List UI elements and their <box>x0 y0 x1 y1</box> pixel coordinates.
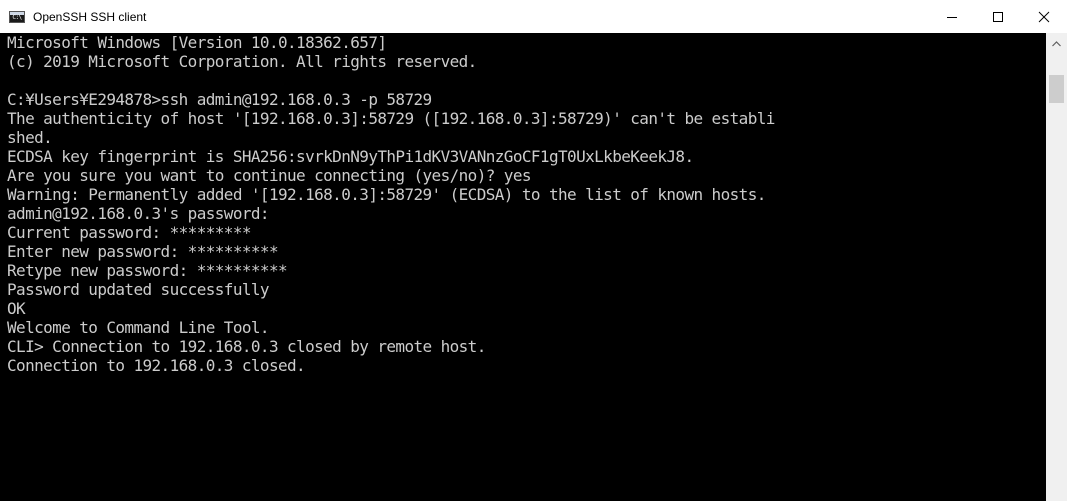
window-title: OpenSSH SSH client <box>33 9 147 24</box>
terminal-line: OK <box>7 299 26 318</box>
terminal-line: Welcome to Command Line Tool. <box>7 318 270 337</box>
scroll-up-button[interactable] <box>1046 33 1067 54</box>
terminal-line: Connection to 192.168.0.3 closed. <box>7 356 306 375</box>
scrollbar-thumb[interactable] <box>1049 75 1064 103</box>
terminal-line: Are you sure you want to continue connec… <box>7 166 532 185</box>
terminal-line: admin@192.168.0.3's password: <box>7 204 270 223</box>
window-controls <box>929 0 1067 33</box>
terminal-line: Enter new password: ********** <box>7 242 279 261</box>
terminal-line: (c) 2019 Microsoft Corporation. All righ… <box>7 52 477 71</box>
console-app-icon[interactable]: C:\ <box>9 10 25 23</box>
close-icon <box>1038 11 1050 22</box>
maximize-button[interactable] <box>975 0 1021 33</box>
maximize-icon <box>993 11 1003 22</box>
terminal-line: Microsoft Windows [Version 10.0.18362.65… <box>7 33 387 52</box>
title-bar[interactable]: C:\ OpenSSH SSH client <box>0 0 1067 33</box>
terminal-line: Warning: Permanently added '[192.168.0.3… <box>7 185 766 204</box>
terminal-line: Retype new password: ********** <box>7 261 288 280</box>
terminal-line: The authenticity of host '[192.168.0.3]:… <box>7 109 775 128</box>
terminal-line: shed. <box>7 128 53 147</box>
vertical-scrollbar[interactable] <box>1046 33 1067 501</box>
minimize-button[interactable] <box>929 0 975 33</box>
terminal-line: Current password: ********* <box>7 223 251 242</box>
app-icon-label: C:\ <box>12 13 22 21</box>
terminal-line: CLI> Connection to 192.168.0.3 closed by… <box>7 337 486 356</box>
console-window: C:\ OpenSSH SSH client Microsoft Windows… <box>0 0 1067 501</box>
terminal-line: ECDSA key fingerprint is SHA256:svrkDnN9… <box>7 147 694 166</box>
close-button[interactable] <box>1021 0 1067 33</box>
chevron-up-icon <box>1052 40 1061 46</box>
terminal-line: C:¥Users¥E294878>ssh admin@192.168.0.3 -… <box>7 90 432 109</box>
minimize-icon <box>947 16 957 18</box>
terminal-output[interactable]: Microsoft Windows [Version 10.0.18362.65… <box>0 33 1046 501</box>
terminal-line: Password updated successfully <box>7 280 270 299</box>
